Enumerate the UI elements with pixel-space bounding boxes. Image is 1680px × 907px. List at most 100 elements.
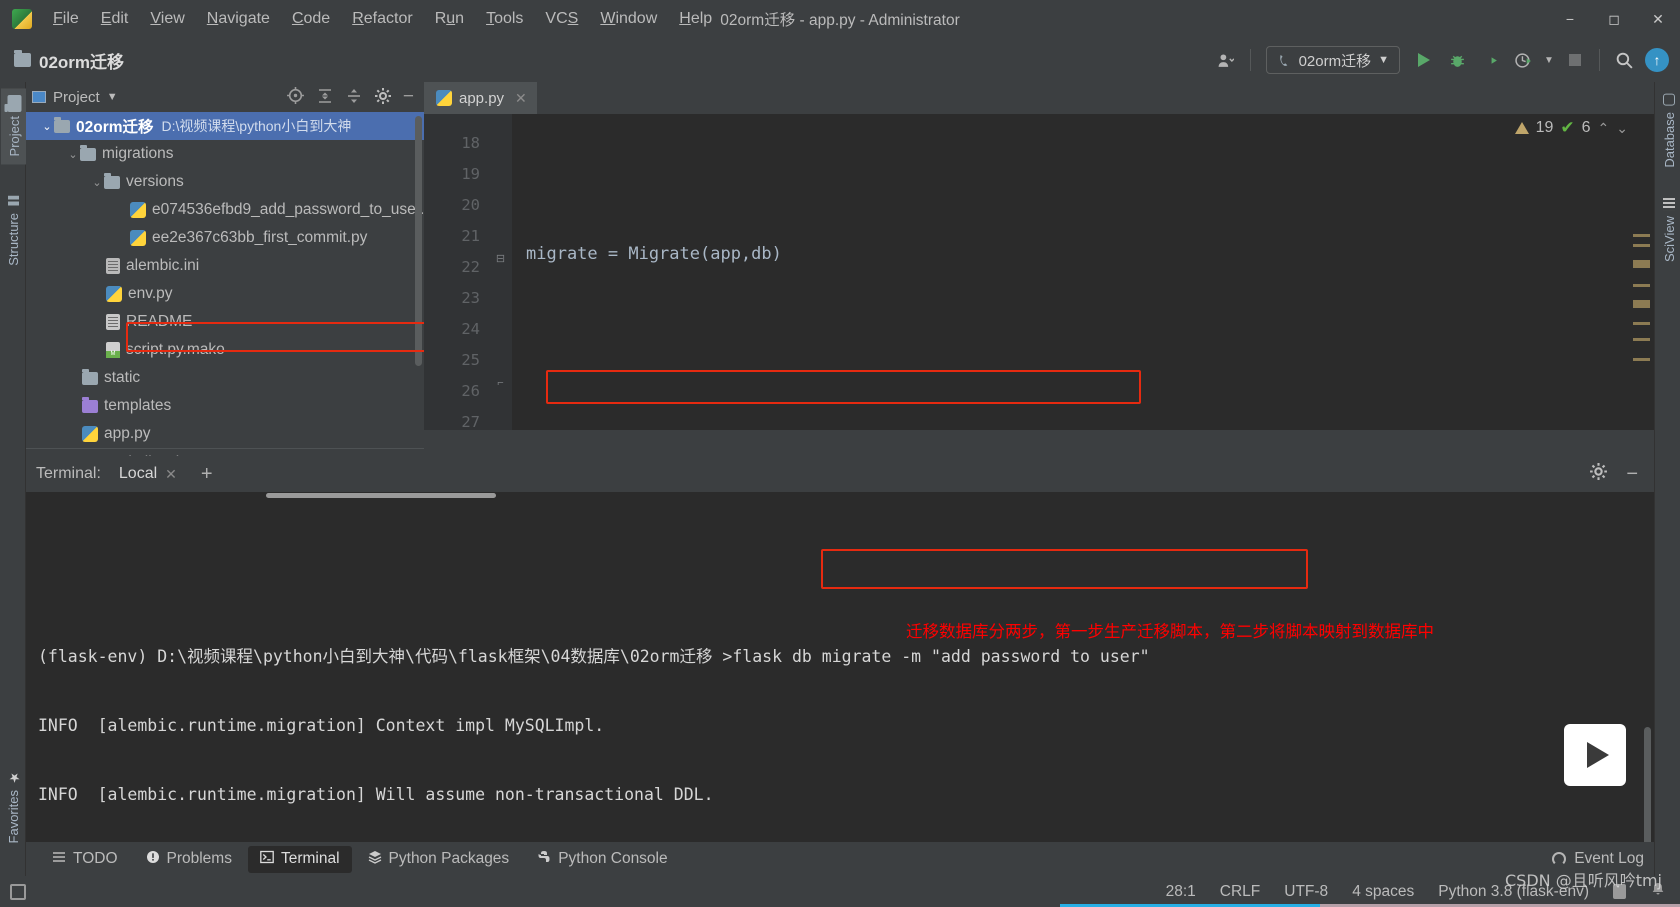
bottom-tab-python-packages[interactable]: Python Packages xyxy=(356,846,522,873)
menu-item-edit[interactable]: Edit xyxy=(90,6,140,32)
chevron-down-icon[interactable]: ⌄ xyxy=(40,120,54,133)
close-button[interactable]: ✕ xyxy=(1636,0,1680,38)
tree-item-script-mako[interactable]: script.py.mako xyxy=(26,336,424,364)
tree-item-versions[interactable]: ⌄ versions xyxy=(26,168,424,196)
chevron-down-icon[interactable]: ⌄ xyxy=(66,148,80,161)
tree-item-alembic-ini[interactable]: alembic.ini xyxy=(26,252,424,280)
chevron-down-icon[interactable]: ⌄ xyxy=(90,176,104,189)
bottom-tab-todo[interactable]: TODO xyxy=(40,846,130,873)
run-with-coverage-button[interactable] xyxy=(1475,45,1505,75)
menu-item-run[interactable]: Run xyxy=(424,6,475,32)
status-bar: 28:1 CRLF UTF-8 4 spaces Python 3.8 (fla… xyxy=(0,876,1680,907)
menu-item-help[interactable]: Help xyxy=(668,6,723,32)
gear-icon[interactable] xyxy=(374,87,392,108)
editor-area: app.py ✕ 19 ✔ 6 ⌃ ⌄ 18 19 20 21 22 23 24… xyxy=(424,82,1654,456)
indent-setting[interactable]: 4 spaces xyxy=(1352,883,1414,901)
run-configuration-selector[interactable]: 02orm迁移 ▼ xyxy=(1265,46,1400,74)
breadcrumb[interactable]: 02orm迁移 xyxy=(14,48,124,73)
profile-button[interactable] xyxy=(1508,45,1538,75)
debug-button[interactable] xyxy=(1442,45,1472,75)
video-play-overlay-icon[interactable] xyxy=(1564,724,1626,786)
editor-inspection-status[interactable]: 19 ✔ 6 ⌃ ⌄ xyxy=(1514,118,1628,138)
gear-icon[interactable] xyxy=(1589,462,1608,486)
terminal-scrollbar[interactable] xyxy=(1644,727,1651,842)
file-encoding[interactable]: UTF-8 xyxy=(1284,883,1328,901)
profile-dropdown-icon[interactable]: ▼ xyxy=(1541,45,1557,75)
collapse-all-icon[interactable] xyxy=(345,87,363,108)
hide-panel-icon[interactable]: − xyxy=(1626,464,1638,484)
fold-marker-field[interactable]: ⌐ xyxy=(494,377,507,390)
code-content[interactable]: migrate = Migrate(app,db) class User(db.… xyxy=(512,114,1654,456)
tree-item-add-password-migration[interactable]: e074536efbd9_add_password_to_user.py xyxy=(26,196,424,224)
tree-item-label: alembic.ini xyxy=(126,257,200,274)
chevron-up-icon[interactable]: ⌃ xyxy=(1598,120,1610,137)
menu-item-code[interactable]: Code xyxy=(281,6,341,32)
folder-icon xyxy=(14,50,31,67)
tree-item-first-commit-migration[interactable]: ee2e367c63bb_first_commit.py xyxy=(26,224,424,252)
line-number: 22 xyxy=(461,258,480,276)
sidebar-tab-project[interactable]: Project xyxy=(1,88,28,165)
update-project-button[interactable]: ↑ xyxy=(1642,45,1672,75)
stop-button[interactable] xyxy=(1560,45,1590,75)
toggle-tool-windows-icon[interactable] xyxy=(10,883,26,900)
terminal-tab-local[interactable]: Local ✕ xyxy=(113,462,183,486)
event-log-button[interactable]: Event Log xyxy=(1552,850,1654,868)
tree-item-env-py[interactable]: env.py xyxy=(26,280,424,308)
code-editor[interactable]: 18 19 20 21 22 23 24 25 26 27 ⊟ ⌐ migrat… xyxy=(424,114,1654,456)
tree-item-migrations[interactable]: ⌄ migrations xyxy=(26,140,424,168)
line-number: 26 xyxy=(461,382,480,400)
minimize-button[interactable]: − xyxy=(1548,0,1592,38)
search-everywhere-button[interactable] xyxy=(1609,45,1639,75)
close-icon[interactable]: ✕ xyxy=(515,90,527,107)
pycharm-logo-icon xyxy=(12,9,32,29)
tree-item-external-libraries[interactable]: › External Libraries xyxy=(26,448,424,456)
tree-item-app-py[interactable]: app.py xyxy=(26,420,424,448)
python-file-icon xyxy=(82,426,98,442)
tree-item-project-root[interactable]: ⌄ 02orm迁移 D:\视频课程\python小白到大神 xyxy=(26,112,424,140)
caret-position[interactable]: 28:1 xyxy=(1166,883,1196,901)
sidebar-tab-favorites[interactable]: Favorites ★ xyxy=(1,763,26,847)
main-toolbar: 02orm迁移 ▼ ▼ ↑ xyxy=(1211,38,1672,82)
bottom-tab-label: Python Console xyxy=(558,850,668,867)
terminal-line: INFO [alembic.runtime.migration] Will as… xyxy=(38,785,714,804)
close-icon[interactable]: ✕ xyxy=(165,466,177,483)
project-tree-scrollbar[interactable] xyxy=(415,116,422,366)
sidebar-tab-database[interactable]: Database xyxy=(1657,86,1680,176)
tree-item-static[interactable]: static xyxy=(26,364,424,392)
menu-item-file[interactable]: FFileile xyxy=(42,6,90,32)
tree-item-templates[interactable]: templates xyxy=(26,392,424,420)
run-button[interactable] xyxy=(1409,45,1439,75)
menu-item-navigate[interactable]: Navigate xyxy=(196,6,281,32)
bottom-tab-terminal[interactable]: Terminal xyxy=(247,845,352,873)
bottom-tab-python-console[interactable]: Python Console xyxy=(525,846,679,873)
menu-item-tools[interactable]: Tools xyxy=(475,6,534,32)
menu-item-vcs[interactable]: VCS xyxy=(534,6,589,32)
expand-all-icon[interactable] xyxy=(316,87,334,108)
sidebar-tab-sciview[interactable]: SciView xyxy=(1657,190,1680,270)
menu-item-refactor[interactable]: Refactor xyxy=(341,6,423,32)
sidebar-tab-structure[interactable]: Structure xyxy=(1,188,26,274)
mako-file-icon xyxy=(106,342,120,358)
tree-item-label: templates xyxy=(104,397,172,414)
menu-item-view[interactable]: View xyxy=(139,6,195,32)
line-number: 24 xyxy=(461,320,480,338)
new-terminal-button[interactable]: + xyxy=(195,463,219,486)
menu-item-window[interactable]: Window xyxy=(589,6,668,32)
scroll-from-source-icon[interactable] xyxy=(286,86,305,108)
stop-icon xyxy=(1569,54,1581,66)
terminal-output[interactable]: (flask-env) D:\视频课程\python小白到大神\代码\flask… xyxy=(26,492,1654,842)
project-panel-title[interactable]: Project ▼ xyxy=(32,89,118,106)
project-tree[interactable]: ⌄ 02orm迁移 D:\视频课程\python小白到大神 ⌄ migratio… xyxy=(26,112,424,456)
tree-item-readme[interactable]: README xyxy=(26,308,424,336)
bottom-tab-problems[interactable]: Problems xyxy=(134,846,244,873)
terminal-line: INFO [alembic.runtime.migration] Context… xyxy=(38,716,605,735)
editor-tab-app-py[interactable]: app.py ✕ xyxy=(424,82,537,114)
code-folding-gutter[interactable]: ⊟ ⌐ xyxy=(490,114,512,456)
hide-panel-icon[interactable]: − xyxy=(403,87,414,106)
chevron-down-icon[interactable]: ⌄ xyxy=(1616,120,1628,137)
line-separator[interactable]: CRLF xyxy=(1220,883,1260,901)
maximize-button[interactable]: ◻ xyxy=(1592,0,1636,38)
user-icon[interactable] xyxy=(1211,45,1241,75)
fold-marker-class[interactable]: ⊟ xyxy=(494,253,507,266)
